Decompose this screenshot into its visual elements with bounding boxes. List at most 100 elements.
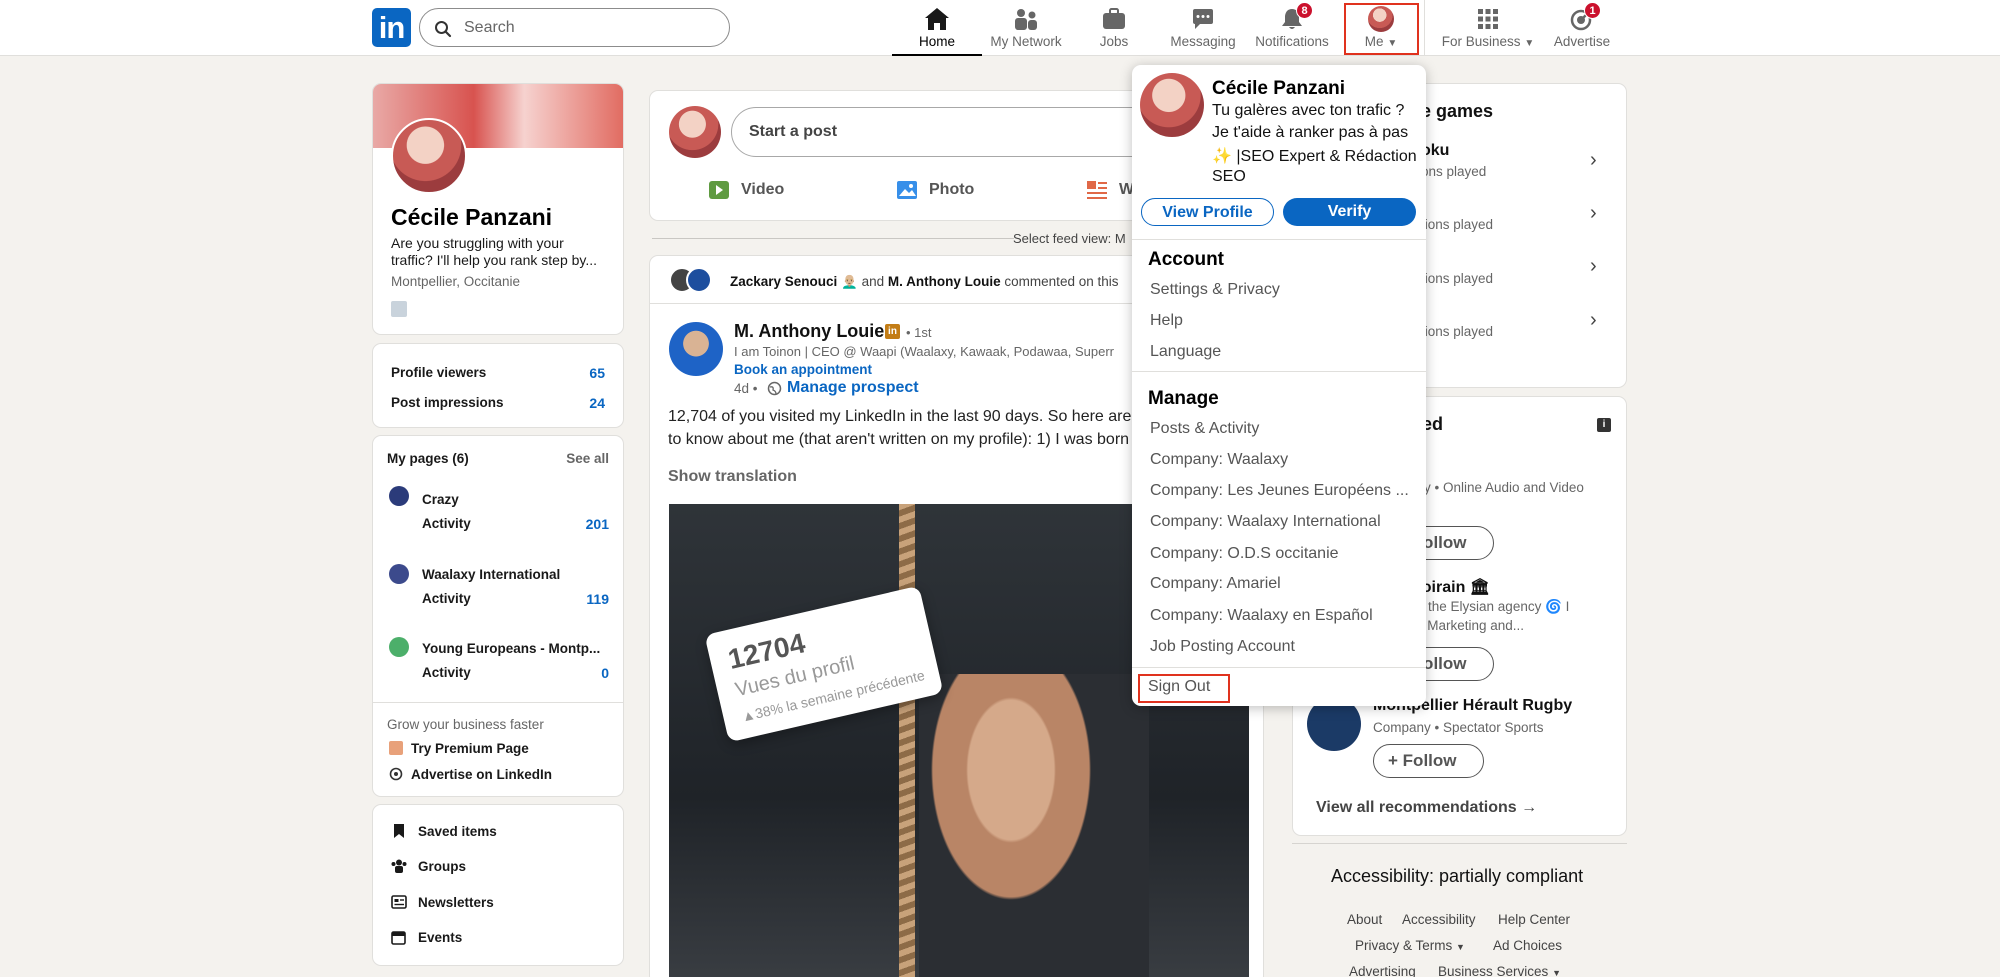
groups-link[interactable]: Groups: [418, 859, 466, 874]
see-all-link[interactable]: See all: [566, 451, 609, 466]
calendar-icon: [391, 931, 406, 945]
follow-button[interactable]: + Follow: [1373, 744, 1484, 778]
footer-help-link[interactable]: Help Center: [1498, 912, 1570, 927]
author-avatar[interactable]: [669, 322, 723, 376]
post-body-line1: 12,704 of you visited my LinkedIn in the…: [668, 408, 1132, 425]
profile-avatar[interactable]: [391, 118, 467, 194]
nav-home[interactable]: Home: [892, 0, 982, 56]
footer-privacy-link[interactable]: Privacy & Terms ▼: [1355, 938, 1465, 953]
home-icon: [925, 8, 949, 30]
start-post-text: Start a post: [749, 123, 838, 140]
chevron-right-icon[interactable]: ›: [1590, 309, 1597, 332]
verify-button[interactable]: Verify: [1283, 198, 1416, 226]
page-young-europeans-count[interactable]: 0: [601, 665, 609, 681]
book-appointment-link[interactable]: Book an appointment: [734, 362, 872, 377]
try-premium-link[interactable]: Try Premium Page: [411, 741, 529, 756]
page-crazy-count[interactable]: 201: [586, 516, 609, 532]
plus-icon: +: [1388, 751, 1398, 770]
sign-out-highlight-box: [1138, 674, 1230, 703]
notifications-badge: 8: [1296, 2, 1313, 19]
search-input[interactable]: [464, 17, 714, 39]
events-link[interactable]: Events: [418, 930, 462, 945]
chevron-right-icon[interactable]: ›: [1590, 202, 1597, 225]
globe-icon: [767, 381, 782, 396]
page-young-europeans-name[interactable]: Young Europeans - Montp...: [422, 641, 600, 656]
caret-down-icon: ▼: [1552, 968, 1561, 977]
page-young-europeans-logo-icon[interactable]: [389, 637, 409, 657]
view-profile-button[interactable]: View Profile: [1141, 198, 1274, 226]
social-context: Zackary Senouci 👨🏼‍🦲 and M. Anthony Loui…: [730, 274, 1119, 289]
author-name[interactable]: M. Anthony Louie: [734, 321, 884, 342]
footer-business-services-link[interactable]: Business Services ▼: [1438, 964, 1561, 977]
stat-value-impressions[interactable]: 24: [589, 395, 605, 411]
menu-headline-line3: ✨ |SEO Expert & Rédaction: [1212, 148, 1417, 165]
menu-job-posting-account[interactable]: Job Posting Account: [1150, 638, 1295, 656]
photo-button[interactable]: Photo: [929, 181, 974, 199]
footer-about-link[interactable]: About: [1347, 912, 1382, 927]
nav-jobs[interactable]: Jobs: [1070, 0, 1158, 56]
social-avatar-2[interactable]: [686, 267, 712, 293]
nav-divider: [1424, 0, 1425, 56]
menu-company-waalaxy[interactable]: Company: Waalaxy: [1150, 451, 1288, 469]
advertise-linkedin-link[interactable]: Advertise on LinkedIn: [411, 767, 552, 782]
page-crazy-name[interactable]: Crazy: [422, 492, 459, 507]
menu-headline-line1: Tu galères avec ton trafic ?: [1212, 102, 1405, 119]
nav-for-business-label: For Business ▼: [1441, 34, 1535, 49]
manage-prospect-link[interactable]: Manage prospect: [787, 379, 919, 397]
stat-value-viewers[interactable]: 65: [589, 365, 605, 381]
page-crazy-activity[interactable]: Activity: [422, 516, 471, 531]
menu-help[interactable]: Help: [1150, 312, 1183, 330]
briefcase-icon: [1103, 8, 1125, 29]
profile-headline-line2: traffic? I'll help you rank step by...: [391, 252, 598, 268]
page-waalaxy-count[interactable]: 119: [586, 591, 609, 607]
nav-advertise[interactable]: 1 Advertise: [1544, 0, 1620, 56]
page-waalaxy-activity[interactable]: Activity: [422, 591, 471, 606]
nav-notifications[interactable]: 8 Notifications: [1248, 0, 1336, 56]
menu-avatar[interactable]: [1140, 73, 1204, 137]
page-waalaxy-name[interactable]: Waalaxy International: [422, 567, 560, 582]
company-logo-icon[interactable]: [391, 301, 407, 317]
menu-company-amariel[interactable]: Company: Amariel: [1150, 575, 1281, 593]
game-3-sub: tions played: [1421, 271, 1494, 286]
menu-company-waalaxy-espanol[interactable]: Company: Waalaxy en Español: [1150, 607, 1373, 625]
saved-items-link[interactable]: Saved items: [418, 824, 497, 839]
footer-advertising-link[interactable]: Advertising: [1349, 964, 1416, 977]
nav-my-network[interactable]: My Network: [982, 0, 1070, 56]
show-translation-link[interactable]: Show translation: [668, 468, 797, 486]
page-crazy-logo-icon[interactable]: [389, 486, 409, 506]
page-young-europeans-activity[interactable]: Activity: [422, 665, 471, 680]
linkedin-logo-icon[interactable]: in: [372, 8, 411, 47]
accessibility-notice[interactable]: Accessibility: partially compliant: [1331, 866, 1583, 887]
newsletters-link[interactable]: Newsletters: [418, 895, 494, 910]
nav-messaging[interactable]: Messaging: [1158, 0, 1248, 56]
video-button[interactable]: Video: [741, 181, 784, 199]
menu-profile-name[interactable]: Cécile Panzani: [1212, 78, 1345, 100]
profile-card: Cécile Panzani Are you struggling with y…: [372, 83, 624, 335]
footer-adchoices-link[interactable]: Ad Choices: [1493, 938, 1562, 953]
search-box[interactable]: [419, 8, 730, 47]
social-actor-1[interactable]: Zackary Senouci: [730, 274, 837, 289]
page-waalaxy-logo-icon[interactable]: [389, 564, 409, 584]
menu-company-ods-occitanie[interactable]: Company: O.D.S occitanie: [1150, 545, 1339, 563]
people-icon: [1015, 9, 1037, 30]
profile-name[interactable]: Cécile Panzani: [391, 204, 552, 231]
stat-label-impressions[interactable]: Post impressions: [391, 395, 504, 410]
my-pages-title: My pages (6): [387, 451, 469, 466]
social-actor-2[interactable]: M. Anthony Louie: [888, 274, 1001, 289]
menu-company-waalaxy-international[interactable]: Company: Waalaxy International: [1150, 513, 1381, 531]
menu-company-jeunes-europeens[interactable]: Company: Les Jeunes Européens ...: [1150, 482, 1409, 500]
menu-posts-activity[interactable]: Posts & Activity: [1150, 420, 1259, 438]
me-dropdown-menu: Cécile Panzani Tu galères avec ton trafi…: [1132, 65, 1426, 706]
menu-settings-privacy[interactable]: Settings & Privacy: [1150, 281, 1280, 299]
chevron-right-icon[interactable]: ›: [1590, 255, 1597, 278]
stat-label-viewers[interactable]: Profile viewers: [391, 365, 486, 380]
view-all-recommendations-link[interactable]: View all recommendations →: [1316, 799, 1537, 817]
info-icon[interactable]: i: [1597, 418, 1611, 432]
composer-avatar[interactable]: [669, 106, 721, 158]
chevron-right-icon[interactable]: ›: [1590, 149, 1597, 172]
feed-view-selector[interactable]: Select feed view: M: [1013, 231, 1126, 246]
nav-for-business[interactable]: For Business ▼: [1432, 0, 1544, 56]
menu-language[interactable]: Language: [1150, 343, 1221, 361]
footer-accessibility-link[interactable]: Accessibility: [1402, 912, 1476, 927]
nav-jobs-label: Jobs: [1099, 34, 1129, 49]
